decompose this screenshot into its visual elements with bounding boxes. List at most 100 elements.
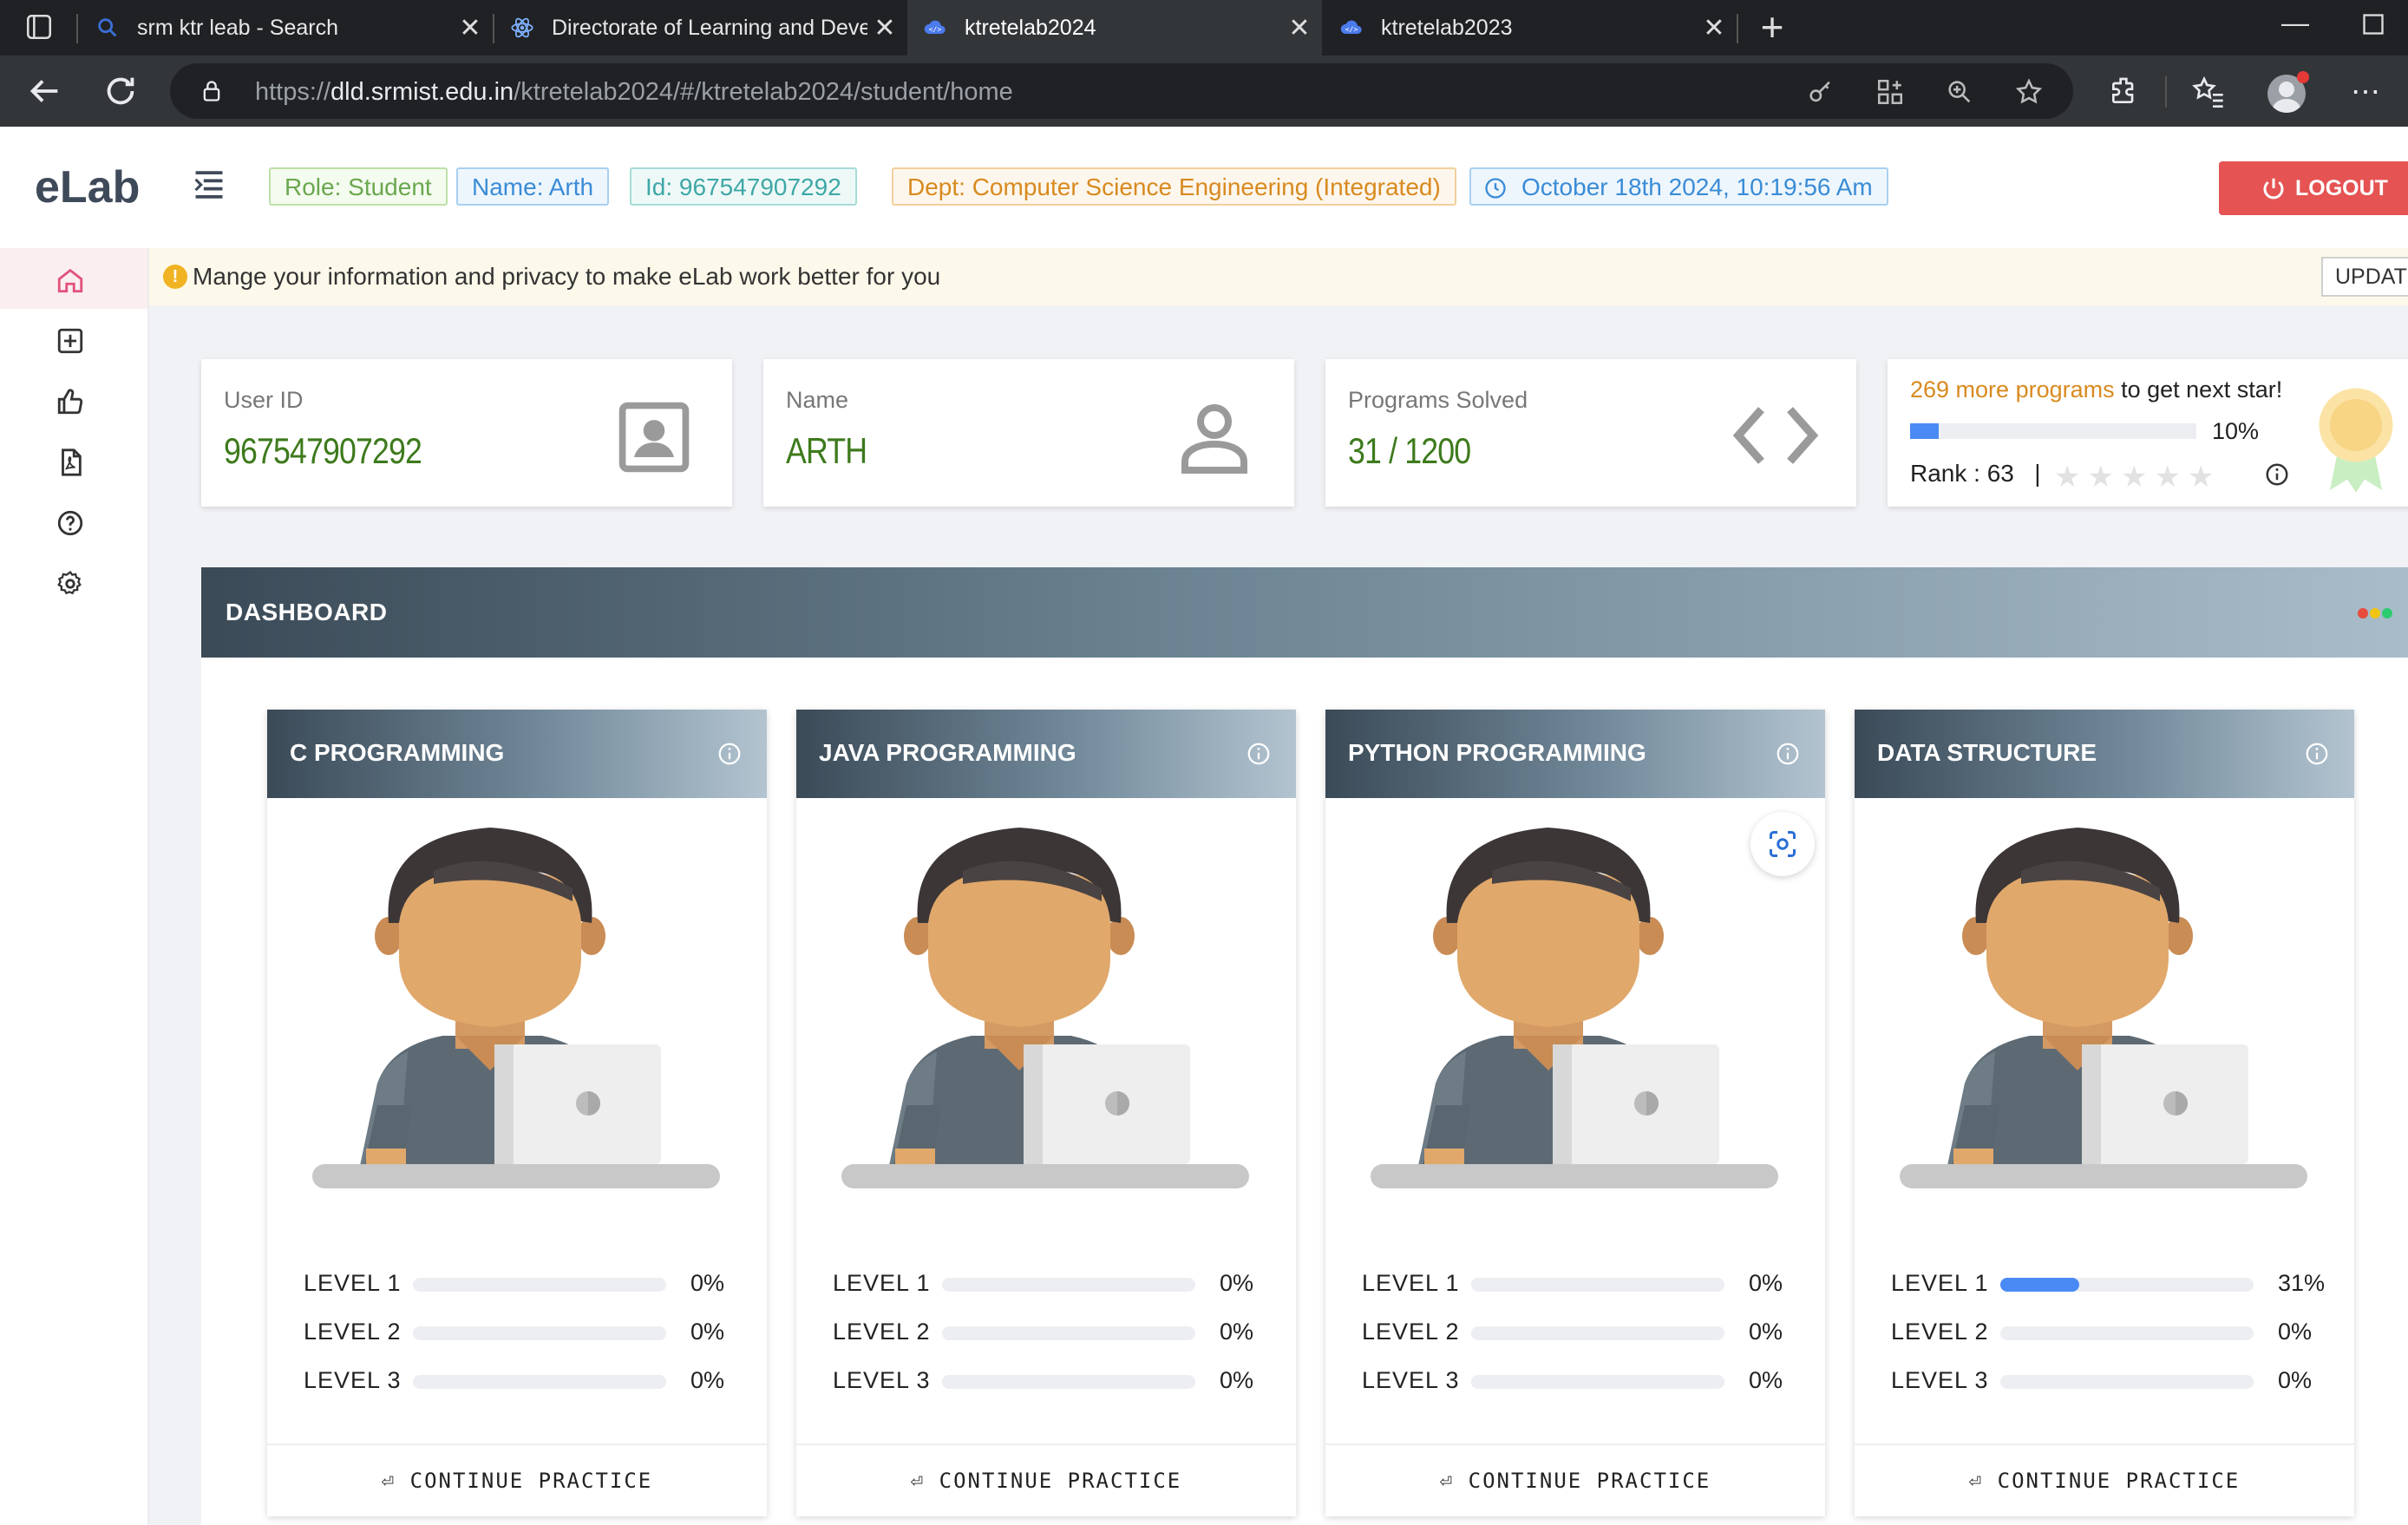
role-badge: Role: Student (269, 167, 448, 206)
tab-label: Directorate of Learning and Devel (552, 15, 867, 40)
lock-icon[interactable] (200, 79, 224, 103)
level-row: LEVEL 3 0% (1891, 1367, 2313, 1393)
extensions-icon[interactable] (2106, 75, 2141, 109)
maximize-button[interactable] (2361, 12, 2385, 36)
menu-toggle-icon[interactable] (193, 170, 226, 200)
info-icon[interactable] (2304, 741, 2330, 767)
course-header: C PROGRAMMING (267, 710, 767, 798)
sidebar-item-add[interactable] (0, 309, 147, 370)
continue-practice-button[interactable]: ⏎ CONTINUE PRACTICE (1325, 1445, 1825, 1516)
course-title: JAVA PROGRAMMING (819, 739, 1076, 766)
logout-button[interactable]: LOGOUT (2219, 161, 2408, 215)
refresh-icon[interactable] (101, 71, 141, 111)
update-button[interactable]: UPDATE (2321, 257, 2408, 297)
power-icon (2263, 178, 2284, 200)
home-icon (57, 268, 83, 293)
browser-tab-directorate[interactable]: Directorate of Learning and Devel ✕ (494, 0, 907, 56)
code-brackets-icon (1732, 407, 1819, 464)
continue-practice-button[interactable]: ⏎ CONTINUE PRACTICE (796, 1445, 1296, 1516)
visual-search-button[interactable] (1750, 812, 1815, 876)
react-icon (511, 17, 533, 38)
tab-actions-icon[interactable] (24, 12, 54, 42)
search-icon (98, 18, 117, 37)
medal-icon (2319, 388, 2393, 493)
pdf-file-icon (62, 448, 82, 476)
dot-red (2358, 608, 2368, 619)
info-icon[interactable] (2264, 461, 2290, 488)
back-arrow-icon[interactable] (24, 71, 64, 111)
close-icon[interactable]: ✕ (867, 13, 902, 43)
info-icon[interactable] (1246, 741, 1272, 767)
sidebar-item-help[interactable] (0, 491, 147, 552)
scan-focus-icon (1770, 831, 1796, 857)
notification-dot (2297, 71, 2309, 83)
level-row: LEVEL 3 0% (304, 1367, 725, 1393)
dept-badge: Dept: Computer Science Engineering (Inte… (892, 167, 1456, 206)
student-laptop-illustration (841, 828, 1249, 1188)
course-card-java: JAVA PROGRAMMING LEVEL 1 0% LEVEL 2 0% LEV… (796, 710, 1296, 1516)
url-field[interactable]: https://dld.srmist.edu.in/ktretelab2024/… (170, 63, 2073, 119)
datetime-badge: October 18th 2024, 10:19:56 Am (1469, 167, 1888, 206)
sidebar-item-settings[interactable] (0, 552, 147, 612)
password-key-icon[interactable] (1806, 77, 1835, 107)
course-header: DATA STRUCTURE (1855, 710, 2354, 798)
name-badge: Name: Arth (456, 167, 610, 206)
level-row: LEVEL 2 0% (1891, 1319, 2313, 1345)
level-row: LEVEL 2 0% (833, 1319, 1254, 1345)
level-row: LEVEL 1 31% (1891, 1270, 2326, 1296)
favorites-list-icon[interactable] (2191, 75, 2226, 109)
star-progress-bar (1910, 423, 2196, 439)
window-dots (2358, 607, 2394, 623)
star-rating: ★★★★★ (2054, 461, 2222, 494)
cloud-code-icon: </> (924, 20, 946, 34)
close-icon[interactable]: ✕ (453, 13, 487, 43)
svg-text:</>: </> (1345, 25, 1358, 34)
level-row: LEVEL 3 0% (1362, 1367, 1783, 1393)
programs-solved-card: Programs Solved 31 / 1200 (1325, 359, 1856, 507)
favorite-star-icon[interactable] (2014, 77, 2044, 107)
zoom-icon[interactable] (1945, 77, 1974, 107)
name-value: ARTH (786, 430, 867, 471)
sidebar-item-likes[interactable] (0, 370, 147, 430)
privacy-notice: ! Mange your information and privacy to … (149, 248, 2408, 305)
notice-text: Mange your information and privacy to ma… (193, 263, 941, 290)
browser-tab-search[interactable]: srm ktr leab - Search ✕ (80, 0, 493, 56)
more-menu-icon[interactable]: ⋯ (2351, 75, 2380, 109)
sidebar-item-home[interactable] (0, 248, 147, 309)
new-tab-button[interactable]: + (1750, 5, 1794, 49)
sidebar-item-reports[interactable] (0, 430, 147, 491)
info-icon[interactable] (717, 741, 743, 767)
name-label: Name (786, 387, 849, 413)
level-row: LEVEL 1 0% (304, 1270, 725, 1296)
continue-practice-button[interactable]: ⏎ CONTINUE PRACTICE (1855, 1445, 2354, 1516)
app-header: eLab Role: Student Name: Arth Id: 967547… (0, 127, 2408, 248)
dashboard-header: DASHBOARD (201, 567, 2408, 658)
level-row: LEVEL 3 0% (833, 1367, 1254, 1393)
name-card: Name ARTH (763, 359, 1294, 507)
star-progress-percent: 10% (2212, 418, 2260, 444)
student-laptop-illustration (1371, 828, 1778, 1188)
student-laptop-illustration (312, 828, 720, 1188)
browser-tab-ktretelab2023[interactable]: </> ktretelab2023 ✕ (1324, 0, 1737, 56)
browser-tab-bar: srm ktr leab - Search ✕ Directorate of L… (0, 0, 2408, 56)
close-icon[interactable]: ✕ (1697, 13, 1731, 43)
programs-label: Programs Solved (1348, 387, 1528, 413)
course-header: JAVA PROGRAMMING (796, 710, 1296, 798)
thumbs-up-icon (57, 389, 83, 415)
close-icon[interactable]: ✕ (1282, 13, 1317, 43)
minimize-button[interactable]: — (2281, 7, 2309, 39)
app-available-icon[interactable] (1875, 77, 1905, 107)
elab-logo[interactable]: eLab (35, 161, 140, 213)
course-title: PYTHON PROGRAMMING (1348, 739, 1646, 766)
sidebar (0, 248, 149, 1525)
browser-tab-ktretelab2024[interactable]: </> ktretelab2024 ✕ (907, 0, 1322, 56)
svg-text:</>: </> (929, 25, 942, 34)
tab-label: ktretelab2023 (1381, 15, 1513, 40)
student-laptop-illustration (1900, 828, 2307, 1188)
settings-gear-icon (57, 570, 82, 595)
continue-practice-button[interactable]: ⏎ CONTINUE PRACTICE (267, 1445, 767, 1516)
course-card-data-structure: DATA STRUCTURE LEVEL 1 31% LEVEL 2 0% LEVE… (1855, 710, 2354, 1516)
info-icon[interactable] (1775, 741, 1801, 767)
user-id-value: 967547907292 (224, 430, 422, 471)
level-row: LEVEL 1 0% (833, 1270, 1254, 1296)
